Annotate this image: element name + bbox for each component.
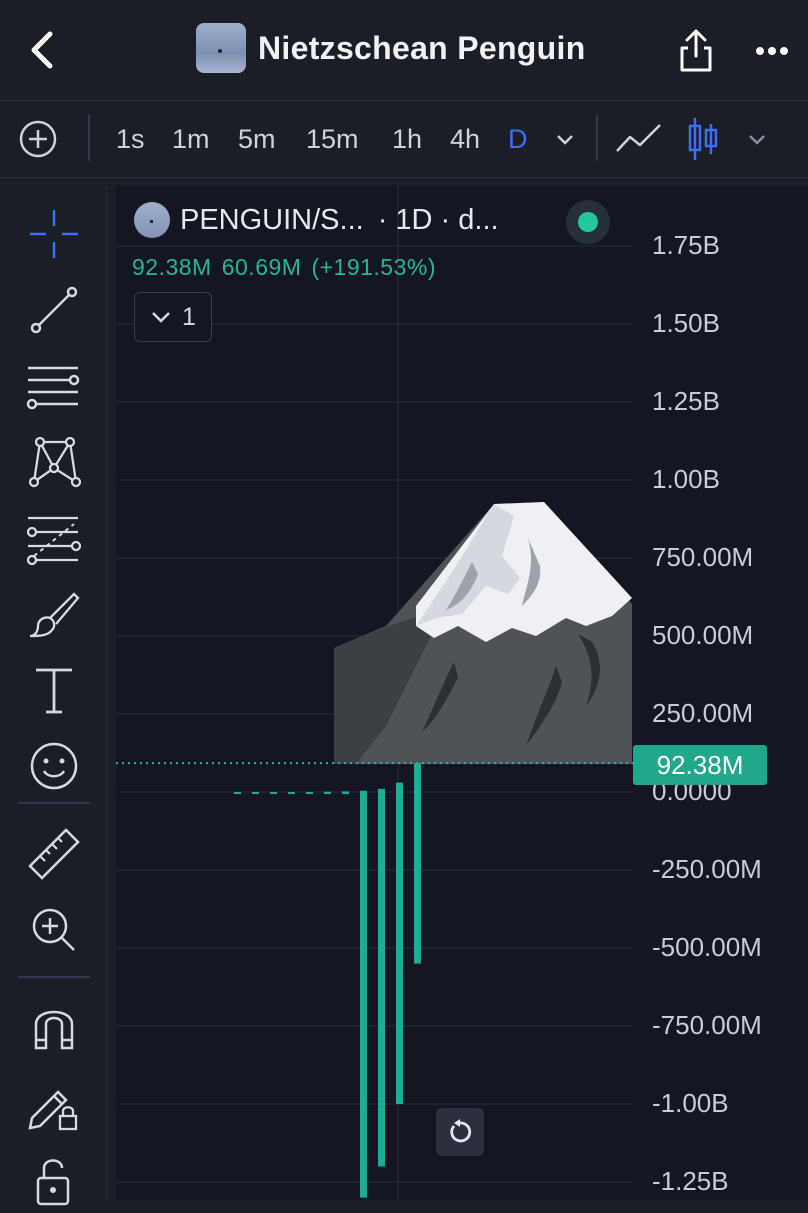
sidebar-divider: [18, 976, 90, 978]
volume-bar: [252, 792, 259, 794]
legend-meta: · 1D · d...: [377, 203, 499, 236]
chart-type-chevron-icon[interactable]: [746, 101, 768, 177]
legend-change-pct: (+191.53%): [311, 254, 436, 280]
indicators-collapse-button[interactable]: 1: [134, 292, 212, 342]
volume-bar: [414, 792, 421, 964]
volume-bar: [342, 792, 349, 794]
chevron-down-icon: [152, 312, 170, 323]
y-tick-label: -1.00B: [652, 1088, 729, 1118]
chart-pane[interactable]: PENGUIN/S... · 1D · d... 92.38M 60.69M (+1…: [116, 186, 808, 1200]
indicators-count: 1: [182, 302, 196, 331]
line-chart-icon[interactable]: [614, 101, 664, 177]
pattern-icon[interactable]: [26, 434, 82, 490]
volume-bar: [396, 792, 403, 1104]
y-tick-label: 1.25B: [652, 386, 720, 416]
magnet-icon[interactable]: [26, 1000, 82, 1056]
interval-15m[interactable]: 15m: [306, 101, 359, 177]
token-avatar: [196, 23, 246, 73]
emoji-icon[interactable]: [26, 738, 82, 794]
token-coin-icon: [134, 202, 170, 238]
horizontal-lines-icon[interactable]: [26, 358, 82, 414]
legend-symbol: PENGUIN/S...: [180, 203, 364, 236]
last-price-tag: 92.38M: [633, 745, 767, 785]
interval-5m[interactable]: 5m: [238, 101, 276, 177]
legend-stats: 92.38M 60.69M (+191.53%): [132, 254, 446, 281]
share-icon[interactable]: [676, 26, 716, 74]
interval-1m[interactable]: 1m: [172, 101, 210, 177]
trendline-icon[interactable]: [26, 282, 82, 338]
header-title-group: Nietzschean Penguin: [196, 22, 586, 74]
brush-icon[interactable]: [26, 586, 82, 642]
y-tick-label: 1.00B: [652, 464, 720, 494]
interval-toolbar: 1s 1m 5m 15m 1h 4h D: [0, 101, 808, 178]
mountain-emoji-image: [334, 502, 632, 764]
drawing-toolbar: [0, 186, 107, 1206]
symbol-legend[interactable]: PENGUIN/S... · 1D · d...: [134, 200, 610, 244]
interval-1s[interactable]: 1s: [116, 101, 145, 177]
live-status-dot: [566, 200, 610, 244]
volume-bar: [306, 792, 313, 794]
volume-bar: [378, 792, 385, 1167]
reset-chart-button[interactable]: [436, 1108, 484, 1156]
y-tick-label: 500.00M: [652, 620, 754, 650]
fib-icon[interactable]: [26, 510, 82, 566]
interval-1h[interactable]: 1h: [392, 101, 422, 177]
legend-last: 92.38M: [132, 254, 212, 280]
toolbar-divider: [596, 115, 598, 161]
app-header: Nietzschean Penguin: [0, 0, 808, 101]
page-title: Nietzschean Penguin: [258, 29, 586, 66]
price-bar: [378, 788, 385, 792]
more-icon[interactable]: [752, 36, 792, 66]
toolbar-divider: [88, 115, 90, 161]
y-tick-label: 1.75B: [652, 230, 720, 260]
text-icon[interactable]: [26, 662, 82, 718]
y-tick-label: 250.00M: [652, 698, 754, 728]
y-tick-label: 750.00M: [652, 542, 754, 572]
interval-d[interactable]: D: [508, 101, 528, 177]
interval-dropdown-chevron-icon[interactable]: [554, 101, 576, 177]
volume-bar: [234, 792, 241, 794]
price-axis[interactable]: 1.75B 1.50B 1.25B 1.00B 750.00M 500.00M 250.00…: [652, 186, 808, 1200]
sidebar-divider: [18, 802, 90, 804]
volume-bar: [324, 792, 331, 794]
price-bar: [414, 763, 421, 792]
candles-icon[interactable]: [686, 101, 720, 177]
y-tick-label: -500.00M: [652, 932, 762, 962]
legend-change: 60.69M: [221, 254, 302, 280]
volume-bar: [288, 792, 295, 794]
y-tick-label: -1.25B: [652, 1166, 729, 1196]
volume-bar: [270, 792, 277, 794]
y-tick-label: -750.00M: [652, 1010, 762, 1040]
volume-bar: [360, 792, 367, 1198]
y-tick-label: -250.00M: [652, 854, 762, 884]
price-bar: [396, 782, 403, 792]
reset-icon: [450, 1119, 472, 1143]
y-tick-label: 1.50B: [652, 308, 720, 338]
add-symbol-icon[interactable]: [18, 101, 58, 177]
lock-drawings-icon[interactable]: [26, 1076, 82, 1132]
ruler-icon[interactable]: [26, 826, 82, 882]
zoom-in-icon[interactable]: [26, 902, 82, 958]
crosshair-icon[interactable]: [26, 206, 82, 262]
interval-4h[interactable]: 4h: [450, 101, 480, 177]
back-chevron-icon[interactable]: [22, 26, 62, 74]
